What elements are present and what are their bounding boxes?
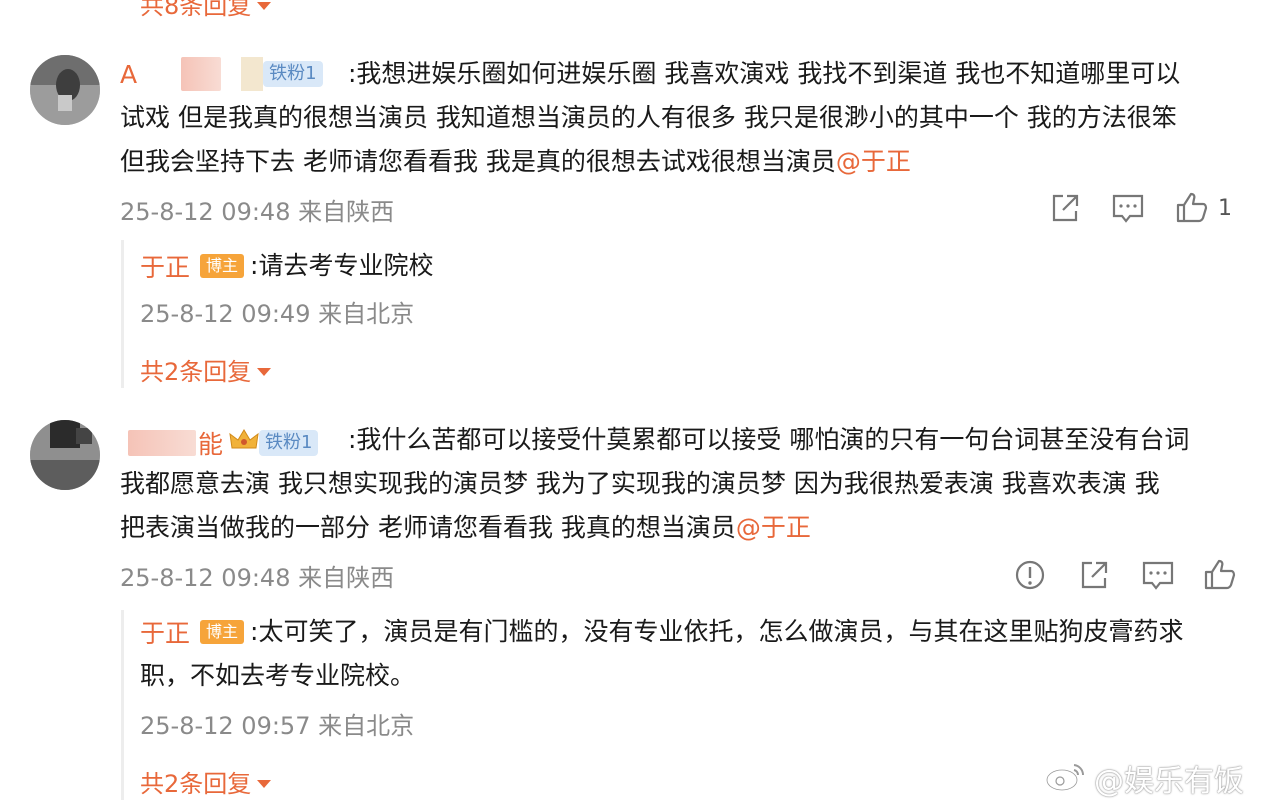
comment-text-line3: 把表演当做我的一部分 老师请您看看我 我真的想当演员@于正 <box>120 506 1250 550</box>
avatar-image <box>30 420 100 490</box>
crown-icon <box>229 428 259 458</box>
mention-link[interactable]: @于正 <box>736 513 811 542</box>
more-replies-label: 共2条回复 <box>140 770 252 798</box>
reply-text: :请去考专业院校 <box>250 251 434 280</box>
comment-meta: 25-8-12 09:48 来自陕西 <box>120 198 395 226</box>
reply-author[interactable]: 于正 <box>140 248 190 284</box>
reply-text-line2: 职，不如去考专业院校。 <box>140 661 416 690</box>
share-icon[interactable] <box>1047 190 1083 226</box>
comment-text: 但我会坚持下去 老师请您看看我 我是真的很想去试戏很想当演员 <box>120 147 836 176</box>
more-replies-label: 共2条回复 <box>140 358 252 386</box>
blogger-badge: 博主 <box>200 620 245 644</box>
chevron-down-icon <box>257 779 272 788</box>
comment-header: A 铁粉1 <box>120 57 323 91</box>
comment-header: 能 铁粉1 <box>128 425 319 461</box>
report-icon[interactable] <box>1012 557 1048 593</box>
username-blur <box>181 57 222 91</box>
reply-text: :太可笑了，演员是有门槛的，没有专业依托，怎么做演员，与其在这里贴狗皮膏药求 <box>250 617 1184 646</box>
mention-link[interactable]: @于正 <box>836 147 911 176</box>
reply-line: 于正 博主 :请去考专业院校 <box>140 244 433 288</box>
fan-badge: 铁粉1 <box>259 430 319 456</box>
comment-text: 把表演当做我的一部分 老师请您看看我 我真的想当演员 <box>120 513 736 542</box>
comment-text-line3: 但我会坚持下去 老师请您看看我 我是真的很想去试戏很想当演员@于正 <box>120 140 1250 184</box>
fan-badge-label: 铁粉1 <box>265 432 313 453</box>
avatar-image <box>30 55 100 125</box>
username-blur <box>241 57 264 91</box>
reply-divider <box>121 610 124 800</box>
comment-icon[interactable] <box>1140 557 1176 593</box>
comment-text-line2: 我都愿意去演 我只想实现我的演员梦 我为了实现我的演员梦 因为我很热爱表演 我喜… <box>120 469 1160 498</box>
username[interactable]: A <box>120 60 137 89</box>
fan-badge-label: 铁粉1 <box>269 63 317 84</box>
like-count: 1 <box>1218 196 1232 221</box>
more-replies-label: 共8条回复 <box>140 0 252 20</box>
reply-meta: 25-8-12 09:49 来自北京 <box>140 300 415 328</box>
blogger-badge: 博主 <box>200 254 245 278</box>
reply-author[interactable]: 于正 <box>140 614 190 650</box>
share-icon[interactable] <box>1076 557 1112 593</box>
avatar[interactable] <box>30 420 100 490</box>
comment-text-line2: 试戏 但是我真的很想当演员 我知道想当演员的人有很多 我只是很渺小的其中一个 我… <box>120 103 1177 132</box>
weibo-logo-icon <box>1044 759 1088 797</box>
more-replies-link[interactable]: 共8条回复 <box>140 0 272 21</box>
chevron-down-icon <box>257 1 272 10</box>
username[interactable]: 能 <box>198 425 223 461</box>
watermark-text: @娱乐有饭 <box>1094 764 1244 799</box>
like-icon[interactable] <box>1202 557 1238 593</box>
more-replies-link[interactable]: 共2条回复 <box>140 764 272 799</box>
comment-icon[interactable] <box>1110 190 1146 226</box>
like-icon[interactable] <box>1174 190 1210 226</box>
more-replies-link[interactable]: 共2条回复 <box>140 352 272 387</box>
comment-text-line1: :我什么苦都可以接受什莫累都可以接受 哪怕演的只有一句台词甚至没有台词 <box>348 425 1190 454</box>
reply-line: 于正 博主 :太可笑了，演员是有门槛的，没有专业依托，怎么做演员，与其在这里贴狗… <box>140 610 1183 654</box>
reply-meta: 25-8-12 09:57 来自北京 <box>140 712 415 740</box>
username-blur <box>128 430 196 456</box>
fan-badge: 铁粉1 <box>263 61 323 87</box>
comment-meta: 25-8-12 09:48 来自陕西 <box>120 564 395 592</box>
watermark: @娱乐有饭 <box>1044 756 1244 800</box>
comment-text-line1: :我想进娱乐圈如何进娱乐圈 我喜欢演戏 我找不到渠道 我也不知道哪里可以 <box>348 59 1181 88</box>
reply-divider <box>121 240 124 388</box>
chevron-down-icon <box>257 367 272 376</box>
avatar[interactable] <box>30 55 100 125</box>
